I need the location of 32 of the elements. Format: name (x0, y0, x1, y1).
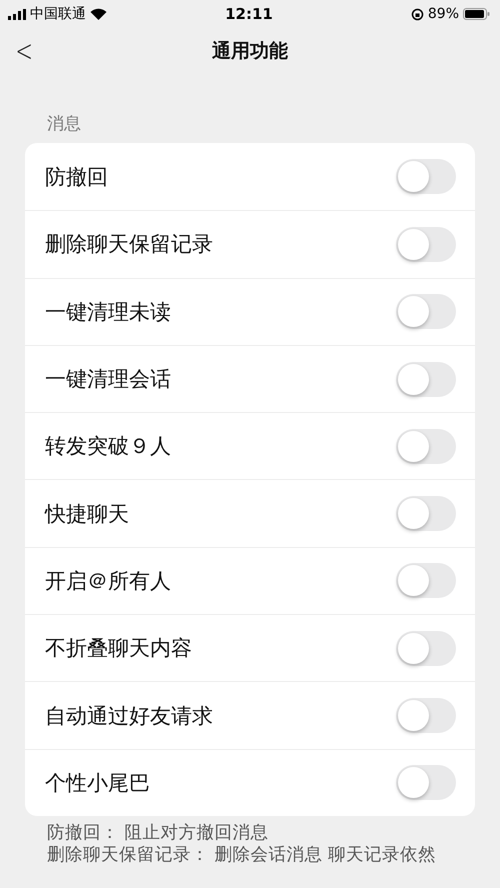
toggle-switch[interactable] (396, 563, 456, 598)
toggle-switch[interactable] (396, 226, 456, 262)
toggle-switch[interactable] (396, 159, 456, 194)
note-text: 防撤回： 阻止对方撤回消息 (47, 822, 270, 844)
toggle-switch[interactable] (396, 294, 456, 330)
setting-label: 删除聊天保留记录 (45, 231, 214, 258)
battery-icon (463, 8, 490, 20)
carrier-name: 中国联通 (30, 5, 86, 23)
setting-label: 一键清理未读 (45, 298, 172, 326)
toggle-switch[interactable] (396, 630, 456, 666)
setting-label: 一键清理会话 (45, 366, 172, 394)
clock-time: 12:11 (225, 5, 273, 23)
section-label: 消息 (46, 113, 82, 136)
back-button[interactable]: < (0, 34, 42, 68)
note-text: 删除聊天保留记录： 删除会话消息 聊天记录依然 (47, 844, 438, 866)
setting-label: 自动通过好友请求 (45, 702, 214, 730)
setting-label: 防撤回 (45, 164, 109, 191)
toggle-switch[interactable] (396, 362, 456, 397)
battery-percent: 89% (428, 6, 460, 22)
setting-label: 个性小尾巴 (45, 770, 151, 797)
setting-label: 不折叠聊天内容 (45, 635, 193, 662)
rotation-lock-icon (410, 8, 424, 20)
toggle-switch[interactable] (396, 428, 456, 464)
toggle-switch[interactable] (396, 765, 456, 800)
signal-icon (8, 8, 26, 20)
setting-label: 快捷聊天 (45, 500, 130, 528)
toggle-switch[interactable] (396, 496, 456, 532)
setting-label: 开启＠所有人 (45, 568, 172, 595)
page-title: 通用功能 (211, 39, 289, 64)
setting-label: 转发突破９人 (45, 433, 172, 460)
toggle-switch[interactable] (396, 698, 456, 734)
wifi-icon (90, 8, 107, 20)
